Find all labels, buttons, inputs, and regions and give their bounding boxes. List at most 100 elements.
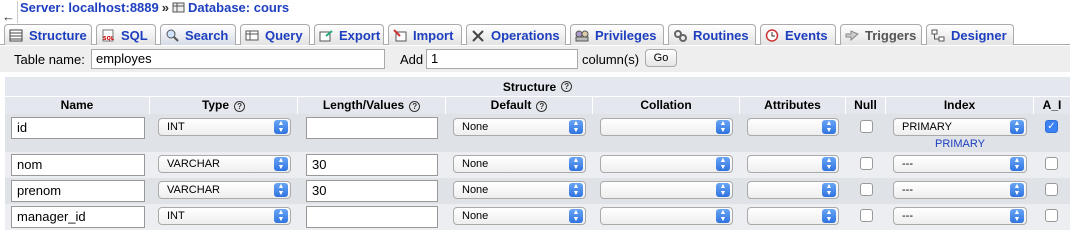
server-link[interactable]: Server: localhost:8889: [20, 0, 159, 15]
attributes-select[interactable]: ▲ ▼: [747, 155, 839, 173]
chevron-updown-icon: ▲ ▼: [1010, 157, 1024, 171]
default-select[interactable]: None ▲ ▼: [453, 207, 586, 225]
null-checkbox[interactable]: [860, 183, 873, 196]
default-select[interactable]: None ▲ ▼: [453, 118, 586, 136]
designer-icon: [931, 29, 945, 41]
go-button[interactable]: Go: [645, 49, 677, 67]
tab-triggers[interactable]: Triggers: [840, 24, 922, 45]
collation-select[interactable]: ▲ ▼: [600, 207, 733, 225]
tab-bar: Structure SQL SQL Search Query Export Im…: [0, 24, 1070, 45]
privileges-icon: [575, 30, 589, 41]
tab-import[interactable]: Import: [388, 24, 462, 45]
type-select[interactable]: INT ▲ ▼: [158, 207, 291, 225]
table-name-input[interactable]: employes: [91, 49, 385, 69]
length-input[interactable]: 30: [306, 154, 438, 176]
add-label: Add: [400, 52, 424, 67]
type-select[interactable]: VARCHAR ▲ ▼: [158, 181, 291, 199]
type-select[interactable]: INT ▲ ▼: [158, 118, 291, 136]
ai-checkbox[interactable]: ✓: [1045, 120, 1058, 133]
help-icon[interactable]: ?: [409, 101, 421, 112]
tab-label: Privileges: [595, 27, 657, 43]
tab-label: Routines: [693, 27, 749, 43]
chevron-updown-icon: ▲ ▼: [822, 120, 836, 134]
database-icon: [172, 2, 185, 13]
tab-designer[interactable]: Designer: [926, 24, 1014, 45]
tab-query[interactable]: Query: [240, 24, 310, 45]
header-type: Type?: [150, 97, 298, 114]
tab-events[interactable]: Events: [760, 24, 836, 45]
add-columns-input[interactable]: 1: [426, 49, 578, 69]
header-name: Name: [5, 97, 150, 114]
header-ai: A_I: [1034, 97, 1070, 114]
database-link[interactable]: Database: cours: [188, 0, 289, 15]
breadcrumb-path: Server: localhost:8889 » Database: cours: [20, 0, 289, 15]
sql-icon: SQL: [102, 29, 115, 42]
help-icon[interactable]: ?: [536, 101, 548, 112]
index-select[interactable]: PRIMARY ▲ ▼: [893, 118, 1027, 136]
chevron-updown-icon: ▲ ▼: [274, 209, 288, 223]
index-select[interactable]: --- ▲ ▼: [893, 155, 1027, 173]
structure-caption: Structure ?: [5, 77, 1070, 97]
chevron-updown-icon: ▲ ▼: [822, 209, 836, 223]
length-input[interactable]: [306, 117, 438, 139]
help-icon[interactable]: ?: [234, 101, 246, 112]
length-input[interactable]: [306, 206, 438, 228]
query-icon: [245, 30, 259, 40]
header-index: Index: [886, 97, 1034, 114]
routines-icon: [674, 29, 687, 42]
chevron-updown-icon: ▲ ▼: [274, 120, 288, 134]
ai-checkbox[interactable]: [1045, 209, 1058, 222]
tab-search[interactable]: Search: [160, 24, 236, 45]
chevron-updown-icon: ▲ ▼: [569, 209, 583, 223]
chevron-updown-icon: ▲ ▼: [569, 120, 583, 134]
type-select[interactable]: VARCHAR ▲ ▼: [158, 155, 291, 173]
column-name-input[interactable]: manager_id: [11, 206, 145, 228]
collation-select[interactable]: ▲ ▼: [600, 181, 733, 199]
tab-label: Query: [265, 27, 303, 43]
ai-checkbox[interactable]: [1045, 157, 1058, 170]
search-icon: [166, 29, 179, 42]
events-icon: [765, 28, 779, 42]
attributes-select[interactable]: ▲ ▼: [747, 118, 839, 136]
tab-label: Operations: [491, 27, 560, 43]
default-select[interactable]: None ▲ ▼: [453, 155, 586, 173]
null-checkbox[interactable]: [860, 157, 873, 170]
help-icon[interactable]: ?: [561, 81, 573, 92]
tab-sql[interactable]: SQL SQL: [96, 24, 156, 45]
tab-operations[interactable]: Operations: [466, 24, 566, 45]
null-checkbox[interactable]: [860, 120, 873, 133]
chevron-updown-icon: ▲ ▼: [822, 183, 836, 197]
tab-routines[interactable]: Routines: [668, 24, 756, 45]
index-link[interactable]: PRIMARY: [935, 138, 985, 150]
collation-select[interactable]: ▲ ▼: [600, 155, 733, 173]
collation-select[interactable]: ▲ ▼: [600, 118, 733, 136]
null-checkbox[interactable]: [860, 209, 873, 222]
length-input[interactable]: 30: [306, 180, 438, 202]
default-select[interactable]: None ▲ ▼: [453, 181, 586, 199]
index-select[interactable]: --- ▲ ▼: [893, 181, 1027, 199]
column-name-input[interactable]: nom: [11, 154, 145, 176]
header-default: Default?: [446, 97, 593, 114]
structure-icon: [9, 29, 23, 41]
chevron-updown-icon: ▲ ▼: [716, 157, 730, 171]
tab-label: Export: [339, 27, 381, 43]
tab-label: Events: [785, 27, 828, 43]
back-arrow-icon[interactable]: ←: [0, 1, 18, 24]
chevron-updown-icon: ▲ ▼: [716, 209, 730, 223]
tab-export[interactable]: Export: [314, 24, 384, 45]
triggers-icon: [845, 29, 859, 41]
chevron-updown-icon: ▲ ▼: [569, 157, 583, 171]
tab-structure[interactable]: Structure: [4, 24, 92, 45]
tab-label: Designer: [951, 27, 1007, 43]
attributes-select[interactable]: ▲ ▼: [747, 181, 839, 199]
table-name-bar: Table name: employes Add 1 column(s) Go: [0, 46, 1070, 72]
chevron-updown-icon: ▲ ▼: [569, 183, 583, 197]
index-select[interactable]: --- ▲ ▼: [893, 207, 1027, 225]
attributes-select[interactable]: ▲ ▼: [747, 207, 839, 225]
column-name-input[interactable]: id: [11, 117, 145, 139]
header-collation: Collation: [593, 97, 740, 114]
column-name-input[interactable]: prenom: [11, 180, 145, 202]
chevron-updown-icon: ▲ ▼: [716, 183, 730, 197]
tab-privileges[interactable]: Privileges: [570, 24, 664, 45]
ai-checkbox[interactable]: [1045, 183, 1058, 196]
